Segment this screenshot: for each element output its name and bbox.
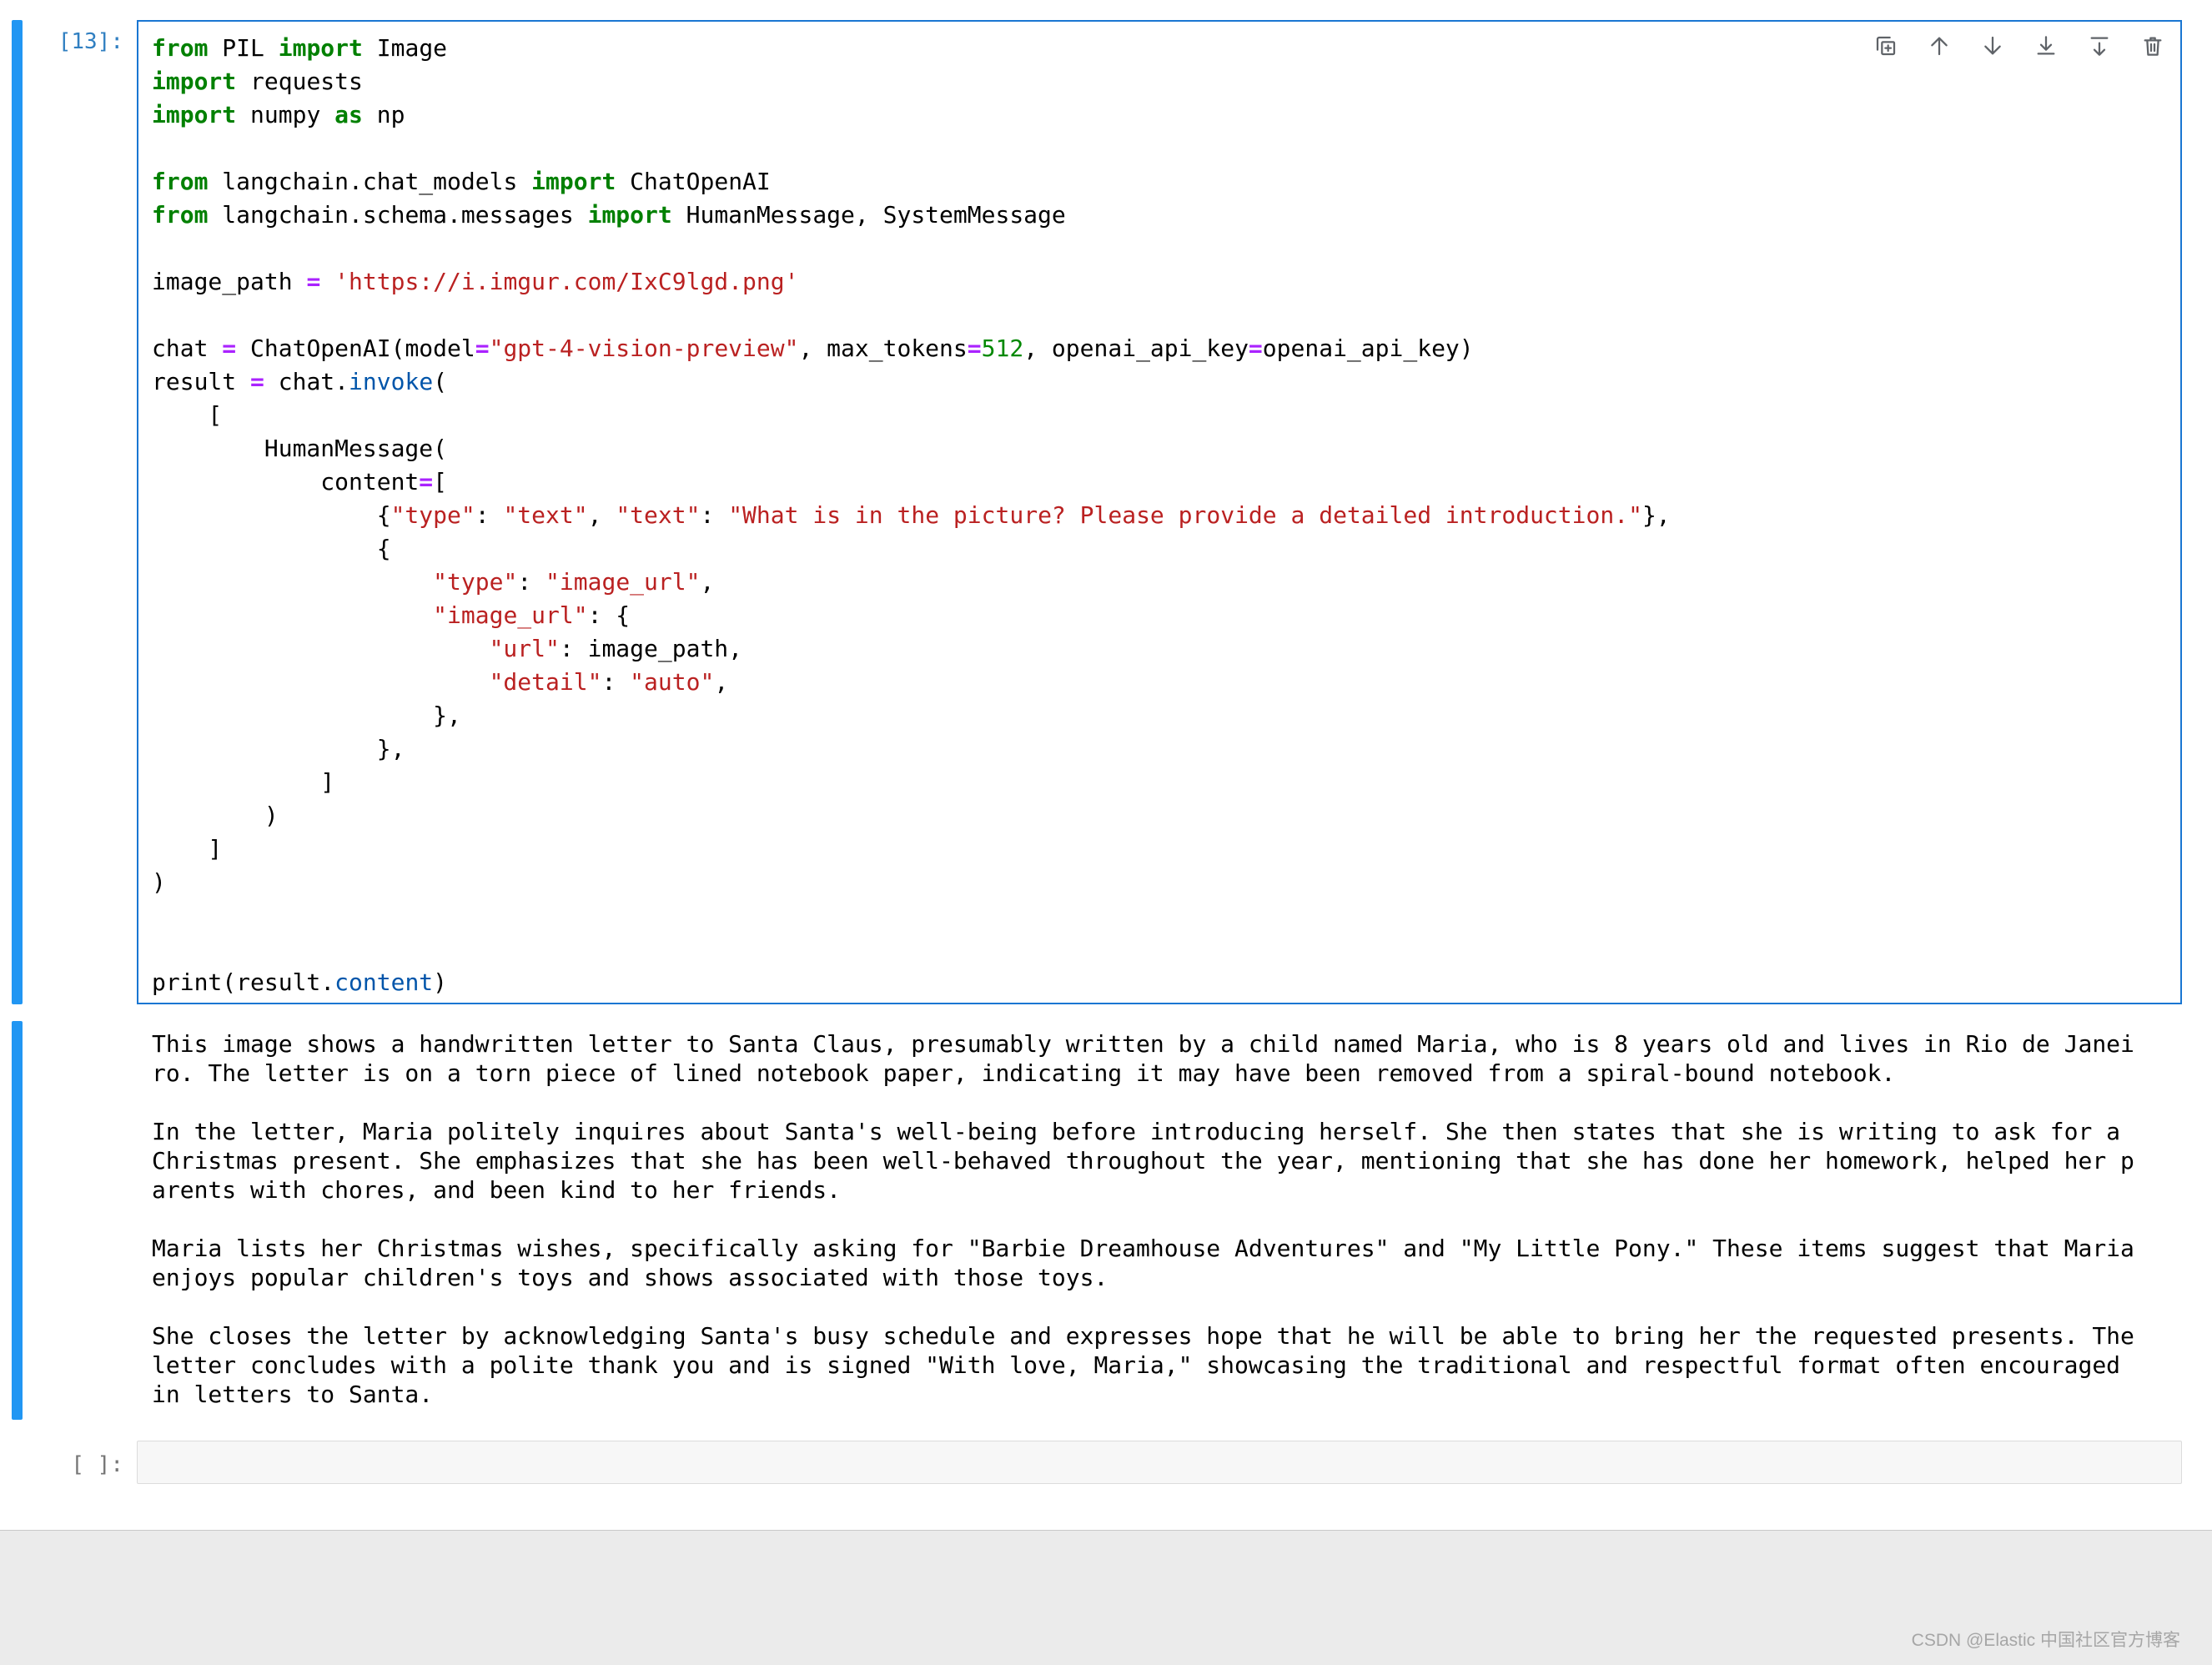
code-line: from langchain.chat_models import ChatOp… xyxy=(152,168,771,195)
output-paragraph: This image shows a handwritten letter to… xyxy=(152,1030,2134,1087)
insert-cell-above-button[interactable] xyxy=(2032,32,2060,60)
code-area[interactable]: from PIL import Image import requests impo… xyxy=(138,22,2180,999)
watermark: CSDN @Elastic 中国社区官方博客 xyxy=(1911,1631,2180,1650)
delete-cell-button[interactable] xyxy=(2139,32,2167,60)
code-line: ] xyxy=(152,768,335,796)
code-line: print(result.content) xyxy=(152,968,448,996)
code-line: import requests xyxy=(152,68,363,95)
code-line: ) xyxy=(152,802,279,829)
code-line: "detail": "auto", xyxy=(489,668,729,696)
code-line: [ xyxy=(152,401,223,429)
execution-count: [13]: xyxy=(58,29,123,54)
code-line: }, xyxy=(152,735,405,762)
output-paragraph: In the letter, Maria politely inquires a… xyxy=(152,1118,2134,1204)
code-line: chat = ChatOpenAI(model="gpt-4-vision-pr… xyxy=(152,335,1474,362)
code-line: "url": image_path, xyxy=(489,635,743,662)
insert-cell-above-icon xyxy=(2037,36,2055,55)
code-line: ) xyxy=(152,868,166,896)
code-line: content=[ xyxy=(152,468,448,495)
cell-output-collapser[interactable] xyxy=(12,1021,23,1420)
output-paragraph: Maria lists her Christmas wishes, specif… xyxy=(152,1235,2134,1291)
cell-input-collapser[interactable] xyxy=(12,20,23,1004)
code-line: HumanMessage( xyxy=(152,435,448,462)
footer-band: CSDN @Elastic 中国社区官方博客 xyxy=(0,1530,2212,1665)
output-paragraph: She closes the letter by acknowledging S… xyxy=(152,1322,2134,1408)
code-line: {"type": "text", "text": "What is in the… xyxy=(152,501,1671,529)
move-cell-up-button[interactable] xyxy=(1925,32,1953,60)
code-line: import numpy as np xyxy=(152,101,405,128)
empty-cell-editor[interactable] xyxy=(137,1441,2182,1484)
code-line: { xyxy=(152,535,391,562)
duplicate-cell-icon xyxy=(1876,36,1896,56)
cell-toolbar xyxy=(1868,30,2170,62)
move-cell-down-icon xyxy=(1984,36,2001,55)
empty-cell-prompt: [ ]: xyxy=(71,1452,123,1477)
code-line: image_path = 'https://i.imgur.com/IxC9lg… xyxy=(152,268,799,295)
insert-cell-below-button[interactable] xyxy=(2085,32,2114,60)
code-line: result = chat.invoke( xyxy=(152,368,448,395)
insert-cell-below-icon xyxy=(2090,37,2109,56)
code-line: "type": "image_url", xyxy=(433,568,715,596)
delete-cell-icon xyxy=(2144,37,2162,56)
code-line: from langchain.schema.messages import Hu… xyxy=(152,201,1066,229)
code-line: }, xyxy=(152,702,461,729)
move-cell-up-icon xyxy=(1931,37,1948,56)
move-cell-down-button[interactable] xyxy=(1978,32,2007,60)
duplicate-cell-button[interactable] xyxy=(1872,32,1900,60)
code-line: ] xyxy=(152,835,223,863)
code-cell-editor[interactable]: from PIL import Image import requests impo… xyxy=(137,20,2182,1004)
code-line: "image_url": { xyxy=(433,601,631,629)
output-area: This image shows a handwritten letter to… xyxy=(152,1029,2141,1409)
